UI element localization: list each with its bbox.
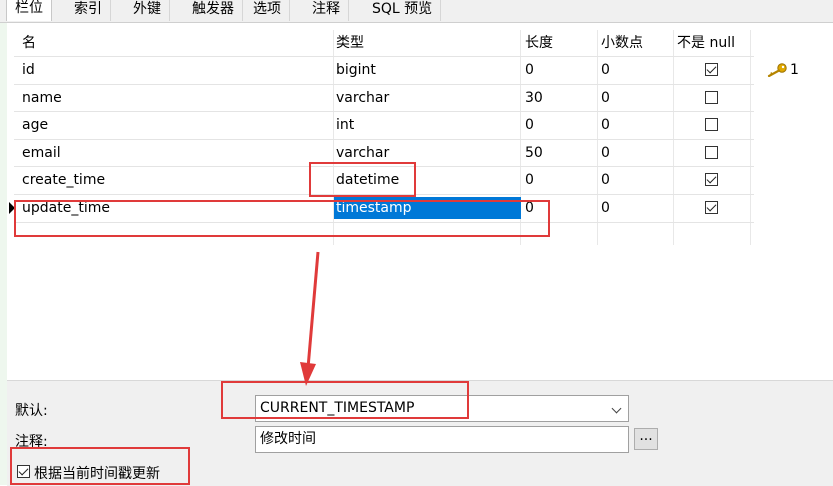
field-name[interactable]: create_time xyxy=(22,167,105,194)
tab-comment[interactable]: 注释 xyxy=(304,0,349,21)
annotation-highlight-update-row xyxy=(14,200,550,237)
tab-sql-preview[interactable]: SQL 预览 xyxy=(364,0,442,21)
field-length[interactable]: 0 xyxy=(525,57,534,84)
annotation-highlight-checkbox xyxy=(10,447,190,485)
field-length[interactable]: 0 xyxy=(525,112,534,139)
field-decimals[interactable]: 0 xyxy=(601,112,610,139)
browse-button[interactable]: ... xyxy=(634,428,658,450)
tab-indexes[interactable]: 索引 xyxy=(66,0,111,21)
column-header-type[interactable]: 类型 xyxy=(336,31,364,55)
primary-key-order: 1 xyxy=(790,62,799,78)
row-divider xyxy=(14,56,754,57)
annotation-arrow xyxy=(300,251,320,386)
field-name[interactable]: id xyxy=(22,57,35,84)
field-decimals[interactable]: 0 xyxy=(601,140,610,167)
field-name[interactable]: email xyxy=(22,140,61,167)
field-length[interactable]: 0 xyxy=(525,167,534,194)
field-length[interactable]: 50 xyxy=(525,140,543,167)
field-name[interactable]: age xyxy=(22,112,48,139)
grid-divider xyxy=(750,30,751,245)
field-decimals[interactable]: 0 xyxy=(601,57,610,84)
column-header-not-null[interactable]: 不是 null xyxy=(677,31,735,55)
column-header-name[interactable]: 名 xyxy=(22,31,36,55)
not-null-checkbox[interactable] xyxy=(705,201,718,214)
annotation-highlight-datetime xyxy=(309,162,416,197)
field-decimals[interactable]: 0 xyxy=(601,167,610,194)
grid-divider xyxy=(673,30,674,245)
not-null-checkbox[interactable] xyxy=(705,63,718,76)
field-type[interactable]: bigint xyxy=(336,57,376,84)
column-header-length[interactable]: 长度 xyxy=(525,31,553,55)
field-type[interactable]: varchar xyxy=(336,85,389,112)
tab-fields[interactable]: 栏位 xyxy=(6,0,52,21)
annotation-highlight-default xyxy=(221,381,469,419)
field-decimals[interactable]: 0 xyxy=(601,195,610,222)
field-length[interactable]: 30 xyxy=(525,85,543,112)
not-null-checkbox[interactable] xyxy=(705,173,718,186)
tab-bar: 栏位 索引 外键 触发器 选项 注释 SQL 预览 xyxy=(0,0,833,23)
not-null-checkbox[interactable] xyxy=(705,146,718,159)
tab-foreign-keys[interactable]: 外键 xyxy=(125,0,170,21)
tab-triggers[interactable]: 触发器 xyxy=(184,0,243,21)
field-type[interactable]: int xyxy=(336,112,354,139)
tab-options[interactable]: 选项 xyxy=(245,0,290,21)
field-name[interactable]: name xyxy=(22,85,62,112)
chevron-down-icon[interactable] xyxy=(611,403,622,414)
left-margin-strip xyxy=(0,0,7,485)
field-decimals[interactable]: 0 xyxy=(601,85,610,112)
column-header-decimals[interactable]: 小数点 xyxy=(601,31,643,55)
default-label: 默认: xyxy=(15,403,48,419)
not-null-checkbox[interactable] xyxy=(705,118,718,131)
grid-divider xyxy=(597,30,598,245)
key-icon xyxy=(767,63,787,77)
not-null-checkbox[interactable] xyxy=(705,91,718,104)
comment-input[interactable]: 修改时间 xyxy=(255,426,629,453)
